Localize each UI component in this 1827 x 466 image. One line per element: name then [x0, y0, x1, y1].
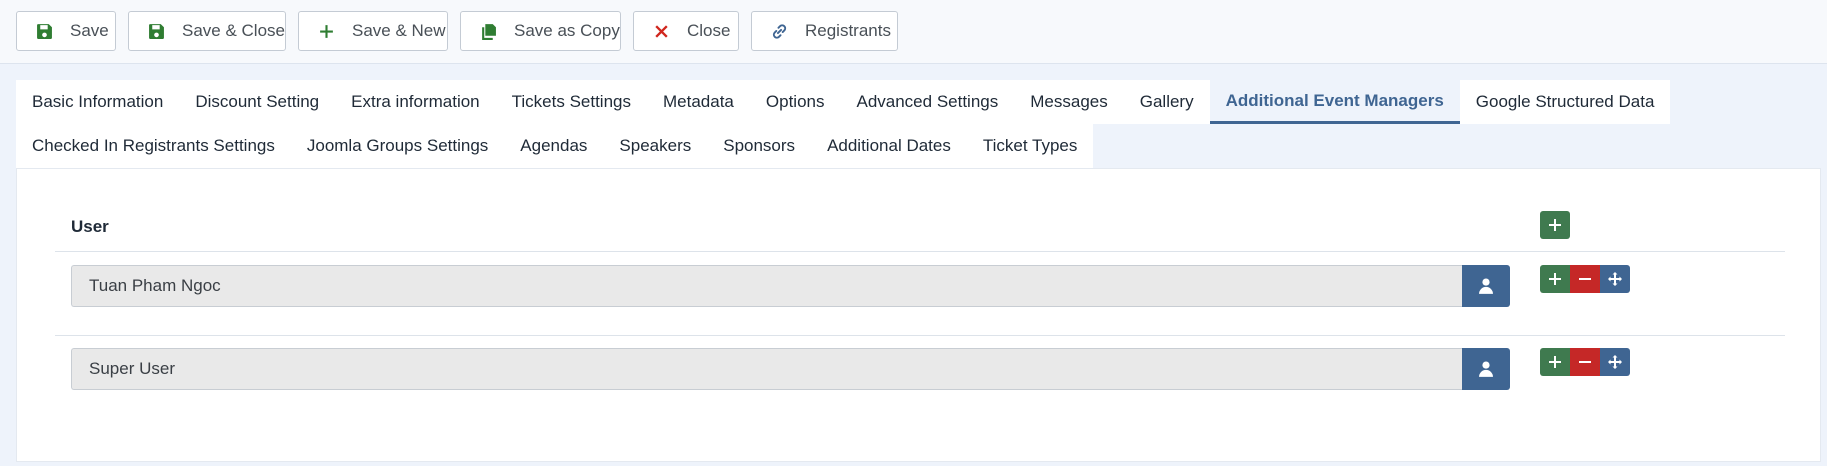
save-button[interactable]: Save — [16, 11, 116, 51]
tab-sponsors[interactable]: Sponsors — [707, 124, 812, 168]
tab-agendas[interactable]: Agendas — [504, 124, 604, 168]
tab-additional-event-managers[interactable]: Additional Event Managers — [1209, 80, 1460, 124]
save-close-button[interactable]: Save & Close — [128, 11, 286, 51]
tab-basic-information[interactable]: Basic Information — [16, 80, 180, 124]
registrants-label: Registrants — [805, 21, 891, 40]
tab-metadata[interactable]: Metadata — [647, 80, 750, 124]
user-column-header: User — [71, 217, 109, 236]
save-copy-button[interactable]: Save as Copy — [460, 11, 621, 51]
tab-speakers[interactable]: Speakers — [603, 124, 708, 168]
insert-row-button[interactable] — [1540, 265, 1570, 293]
plus-icon — [1549, 356, 1561, 368]
save-new-button[interactable]: Save & New — [298, 11, 448, 51]
user-icon — [1479, 278, 1493, 294]
tab-joomla-groups-settings[interactable]: Joomla Groups Settings — [290, 124, 505, 168]
copy-icon — [479, 22, 497, 40]
move-icon — [1608, 355, 1622, 369]
add-row-button[interactable] — [1540, 211, 1570, 239]
plus-icon — [1549, 273, 1561, 285]
user-field[interactable]: Tuan Pham Ngoc — [71, 265, 1462, 307]
header-divider — [55, 251, 1785, 252]
tab-options[interactable]: Options — [749, 80, 841, 124]
tab-gallery[interactable]: Gallery — [1123, 80, 1210, 124]
row-divider — [55, 335, 1785, 336]
user-icon — [1479, 361, 1493, 377]
move-row-handle[interactable] — [1600, 348, 1630, 376]
select-user-button[interactable] — [1462, 265, 1510, 307]
minus-icon — [1579, 361, 1591, 363]
tab-google-structured-data[interactable]: Google Structured Data — [1459, 80, 1671, 124]
remove-row-button[interactable] — [1570, 348, 1600, 376]
remove-row-button[interactable] — [1570, 265, 1600, 293]
insert-row-button[interactable] — [1540, 348, 1570, 376]
plus-icon — [1549, 219, 1561, 231]
select-user-button[interactable] — [1462, 348, 1510, 390]
tab-tickets-settings[interactable]: Tickets Settings — [495, 80, 647, 124]
plus-icon — [317, 22, 335, 40]
user-field[interactable]: Super User — [71, 348, 1462, 390]
tab-extra-information[interactable]: Extra information — [335, 80, 496, 124]
tab-discount-setting[interactable]: Discount Setting — [179, 80, 336, 124]
additional-event-managers-panel: User Tuan Pham Ngoc Super User — [16, 168, 1821, 462]
save-copy-label: Save as Copy — [514, 21, 620, 40]
tab-checked-in-registrants-settings[interactable]: Checked In Registrants Settings — [16, 124, 291, 168]
move-row-handle[interactable] — [1600, 265, 1630, 293]
x-icon — [652, 22, 670, 40]
tab-bar-row-2: Checked In Registrants Settings Joomla G… — [16, 124, 1094, 168]
save-label: Save — [70, 21, 109, 40]
save-new-label: Save & New — [352, 21, 446, 40]
tab-advanced-settings[interactable]: Advanced Settings — [840, 80, 1015, 124]
move-icon — [1608, 272, 1622, 286]
close-button[interactable]: Close — [633, 11, 739, 51]
close-label: Close — [687, 21, 731, 40]
tab-bar-row-1: Basic Information Discount Setting Extra… — [16, 80, 1671, 124]
minus-icon — [1579, 278, 1591, 280]
floppy-icon — [35, 22, 53, 40]
tab-additional-dates[interactable]: Additional Dates — [811, 124, 967, 168]
link-icon — [770, 22, 788, 40]
tab-ticket-types[interactable]: Ticket Types — [966, 124, 1094, 168]
registrants-button[interactable]: Registrants — [751, 11, 898, 51]
floppy-icon — [147, 22, 165, 40]
tab-messages[interactable]: Messages — [1014, 80, 1124, 124]
save-close-label: Save & Close — [182, 21, 285, 40]
toolbar: Save Save & Close Save & New Save as Cop… — [0, 0, 1827, 64]
